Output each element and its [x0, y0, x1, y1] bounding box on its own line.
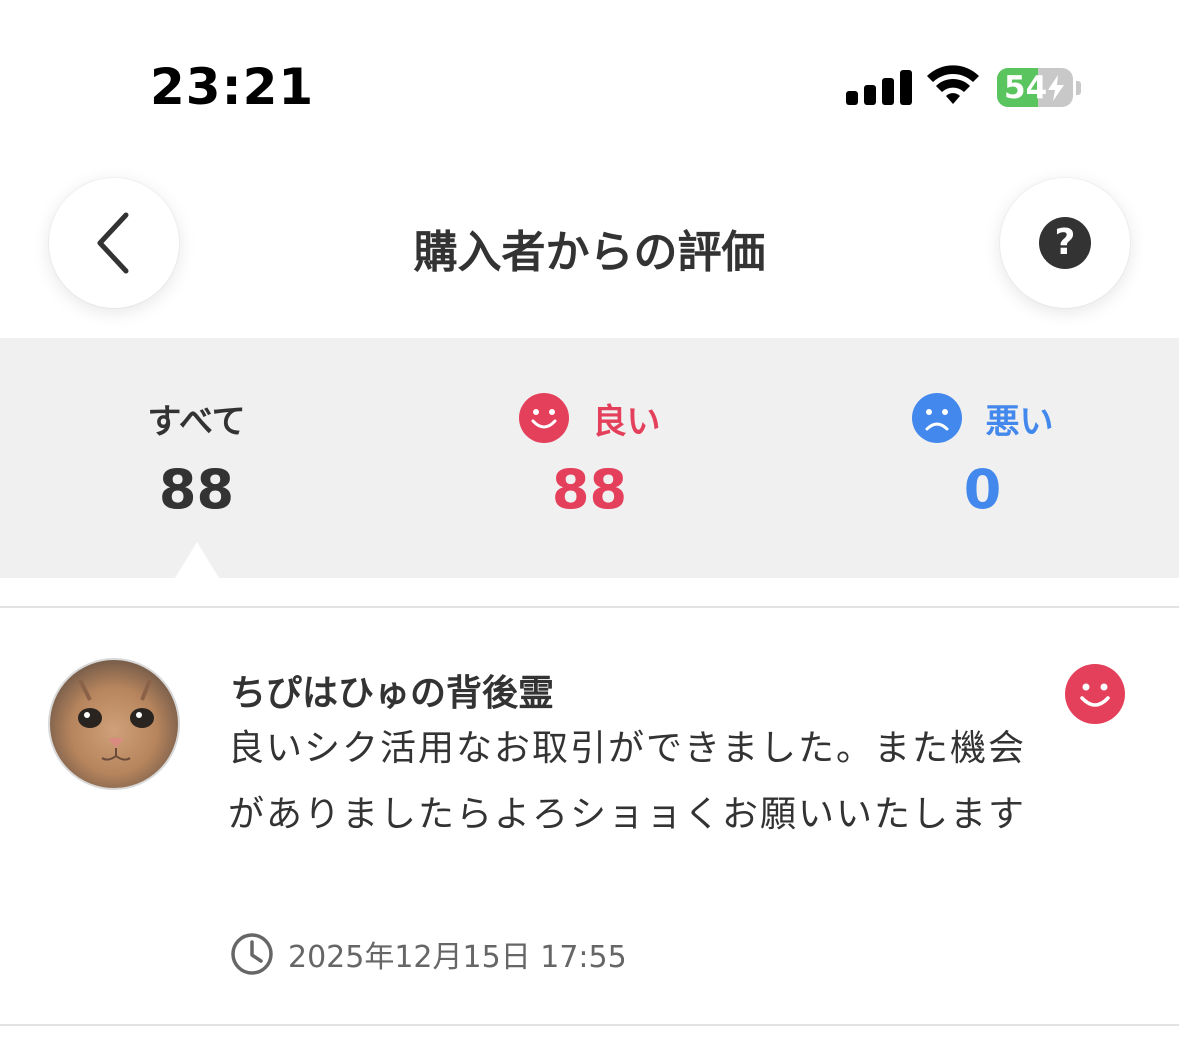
tab-bad-label: 悪い — [985, 401, 1054, 442]
cat-avatar — [78, 679, 154, 761]
tab-all-label: すべて — [147, 401, 246, 442]
selected-tab-indicator — [174, 542, 219, 578]
avatar[interactable] — [48, 658, 180, 790]
sad-face-icon — [911, 393, 962, 443]
battery-percent: 54 — [1004, 70, 1048, 106]
tab-good-label: 良い — [592, 401, 661, 442]
question-circle-icon: ? — [1039, 217, 1091, 269]
reviewer-name[interactable]: ちぴはひゅの背後霊 — [230, 664, 554, 716]
charging-bolt-icon — [1048, 75, 1064, 101]
status-bar: 23:21 54 — [0, 0, 1179, 150]
tab-good-count: 88 — [551, 458, 628, 521]
tab-bad-head: 悪い — [911, 392, 1054, 444]
clock-icon — [231, 933, 273, 975]
battery-tip — [1076, 81, 1081, 95]
review-date: 2025年12月15日 17:55 — [230, 932, 627, 976]
header-bar: 購入者からの評価 ? — [0, 150, 1179, 338]
review-item: ちぴはひゅの背後霊 良いシク活用なお取引ができました。また機会がありましたらよろ… — [0, 608, 1179, 1025]
tab-good[interactable]: 良い 88 — [393, 338, 786, 578]
divider — [0, 1024, 1179, 1026]
tab-bad[interactable]: 悪い 0 — [786, 338, 1179, 578]
help-button[interactable]: ? — [1000, 178, 1130, 308]
smile-face-icon — [1065, 664, 1125, 724]
review-text: 良いシク活用なお取引ができました。また機会がありましたらよろショョくお願いいたし… — [228, 728, 1027, 835]
tab-bad-count: 0 — [963, 458, 1002, 521]
battery-icon: 54 — [997, 68, 1073, 107]
tab-all[interactable]: すべて 88 — [0, 338, 393, 578]
status-time: 23:21 — [150, 58, 315, 116]
smile-face-icon — [518, 393, 569, 443]
review-date-text: 2025年12月15日 17:55 — [288, 940, 627, 975]
tab-good-head: 良い — [518, 392, 661, 444]
tab-all-head: すべて — [147, 392, 245, 444]
signal-icon — [846, 70, 912, 105]
tab-all-count: 88 — [158, 458, 235, 521]
wifi-icon — [927, 65, 979, 104]
rating-filter-tabs: すべて 88 良い 88 悪い 0 — [0, 338, 1179, 578]
